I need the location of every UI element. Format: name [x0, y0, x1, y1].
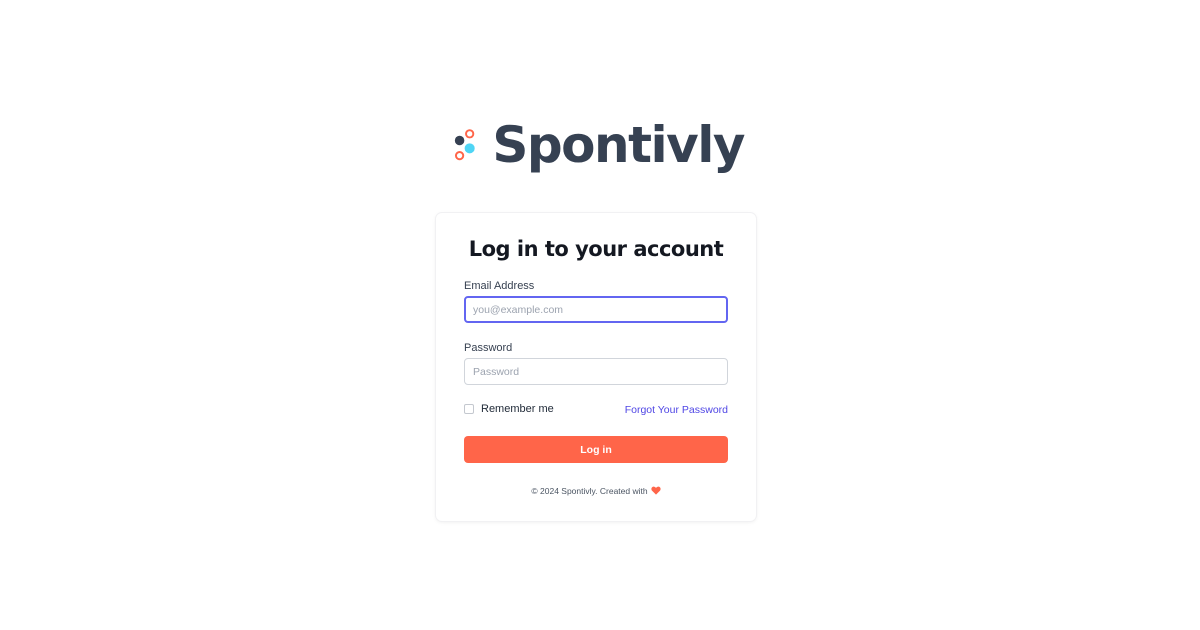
login-button[interactable]: Log in	[464, 436, 728, 463]
email-field[interactable]	[464, 296, 728, 323]
footer: © 2024 Spontivly. Created with	[436, 486, 756, 496]
email-label: Email Address	[464, 280, 535, 292]
footer-text: © 2024 Spontivly. Created with	[531, 486, 648, 496]
brand-logo: Spontivly	[454, 114, 745, 176]
heart-icon	[650, 486, 661, 495]
forgot-password-link[interactable]: Forgot Your Password	[625, 404, 728, 416]
brand-name: Spontivly	[492, 116, 745, 174]
remember-me[interactable]: Remember me	[464, 403, 554, 415]
login-title: Log in to your account	[468, 237, 724, 261]
remember-me-checkbox[interactable]	[464, 404, 474, 414]
spontivly-dots-logo-icon	[454, 129, 475, 161]
password-field[interactable]	[464, 358, 728, 385]
remember-me-label: Remember me	[481, 403, 554, 415]
password-label: Password	[464, 342, 513, 354]
login-card: Log in to your account Email Address Pas…	[436, 213, 756, 521]
